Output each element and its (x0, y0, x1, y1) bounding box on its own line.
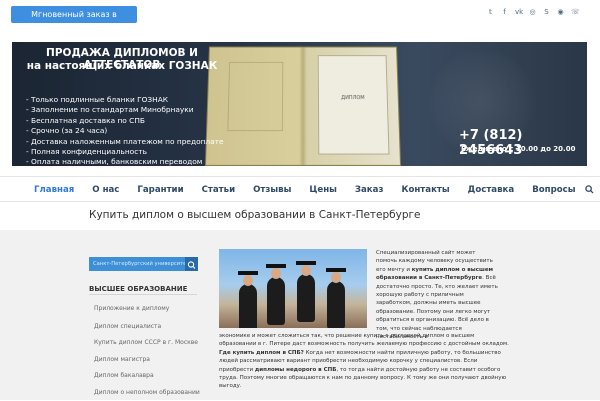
diploma-left-page (227, 62, 283, 131)
sidebar-search-input[interactable]: Санкт-Петербургский университет (89, 257, 185, 271)
article-bold: Где купить диплом в СПБ? (219, 350, 304, 356)
diploma-right-page: ДИПЛОМ (318, 55, 390, 154)
banner-hours: Ежедневно с 10.00 до 20.00 (461, 145, 575, 153)
banner-feature: - Срочно (за 24 часа) (26, 126, 224, 136)
facebook-icon[interactable]: f (501, 9, 508, 16)
page-title: Купить диплом о высшем образовании в Сан… (89, 209, 421, 221)
graduates-photo (219, 249, 367, 328)
banner-subtitle: на настоящих бланках ГОЗНАК (17, 60, 227, 72)
diploma-image: ДИПЛОМ (205, 47, 401, 166)
twitter-icon[interactable]: 𝕥 (487, 9, 494, 16)
nav-item-delivery[interactable]: Доставка (468, 185, 515, 195)
sidebar-item[interactable]: Диплом бакалавра (94, 367, 200, 384)
sidebar-item[interactable]: Диплом специалиста (94, 318, 200, 335)
nav-item-contacts[interactable]: Контакты (401, 185, 449, 195)
nav-item-home[interactable]: Главная (34, 185, 74, 195)
sidebar-divider (89, 294, 197, 295)
social-icons: 𝕥 f vk ◎ S ◉ ☏ (487, 9, 578, 16)
banner-feature: - Только подлинные бланки ГОЗНАК (26, 95, 224, 105)
phone-icon[interactable]: ☏ (571, 9, 578, 16)
nav-item-guarantees[interactable]: Гарантии (137, 185, 183, 195)
sidebar-list: Приложение к диплому Диплом специалиста … (94, 301, 200, 400)
banner-feature: - Оплата наличными, банковским переводом (26, 157, 224, 166)
banner-phone[interactable]: +7 (812) 2456643 (459, 128, 587, 158)
whatsapp-order-button[interactable]: Мгновенный заказ в WhatsApp! (11, 6, 137, 23)
article-text: экономике и может сложиться так, что реш… (219, 333, 509, 347)
article-text-full: экономике и может сложиться так, что реш… (219, 332, 509, 391)
banner-feature: - Бесплатная доставка по СПБ (26, 116, 224, 126)
nav-item-articles[interactable]: Статьи (202, 185, 236, 195)
vk-icon[interactable]: vk (515, 9, 522, 16)
article-text-right: Специализированный сайт может помочь каж… (376, 249, 498, 341)
banner-feature-list: - Только подлинные бланки ГОЗНАК - Запол… (26, 95, 224, 166)
sidebar-heading: ВЫСШЕЕ ОБРАЗОВАНИЕ (89, 285, 187, 293)
hero-banner: ДИПЛОМ ПРОДАЖА ДИПЛОМОВ И АТТЕСТАТОВ на … (12, 42, 587, 166)
sidebar-item[interactable]: Диплом о неполном образовании (94, 384, 200, 401)
sidebar-item[interactable]: Приложение к диплому (94, 301, 200, 318)
sidebar-item[interactable]: Диплом магистра (94, 351, 200, 368)
instagram-icon[interactable]: ◎ (529, 9, 536, 16)
sidebar-search-button[interactable] (185, 257, 198, 271)
nav-item-order[interactable]: Заказ (355, 185, 384, 195)
article-bold: дипломы недорого в СПБ (255, 367, 337, 373)
main-nav: Главная О нас Гарантии Статьи Отзывы Цен… (0, 176, 600, 202)
diploma-word: ДИПЛОМ (319, 95, 387, 101)
banner-feature: - Заполнение по стандартам Минобрнауки (26, 105, 224, 115)
search-icon (185, 258, 198, 272)
sidebar-item[interactable]: Купить диплом СССР в г. Москве (94, 334, 200, 351)
whatsapp-icon[interactable]: ◉ (557, 9, 564, 16)
banner-feature: - Полная конфиденциальность (26, 147, 224, 157)
top-bar: Мгновенный заказ в WhatsApp! 𝕥 f vk ◎ S … (0, 0, 600, 40)
article-text: . Всё достаточно просто. Те, кто желает … (376, 275, 498, 340)
nav-item-questions[interactable]: Вопросы (532, 185, 575, 195)
banner-feature: - Доставка наложенным платежом по предоп… (26, 137, 224, 147)
search-icon[interactable] (585, 185, 594, 194)
skype-icon[interactable]: S (543, 9, 550, 16)
nav-item-reviews[interactable]: Отзывы (253, 185, 291, 195)
nav-item-about[interactable]: О нас (92, 185, 119, 195)
nav-item-prices[interactable]: Цены (309, 185, 337, 195)
